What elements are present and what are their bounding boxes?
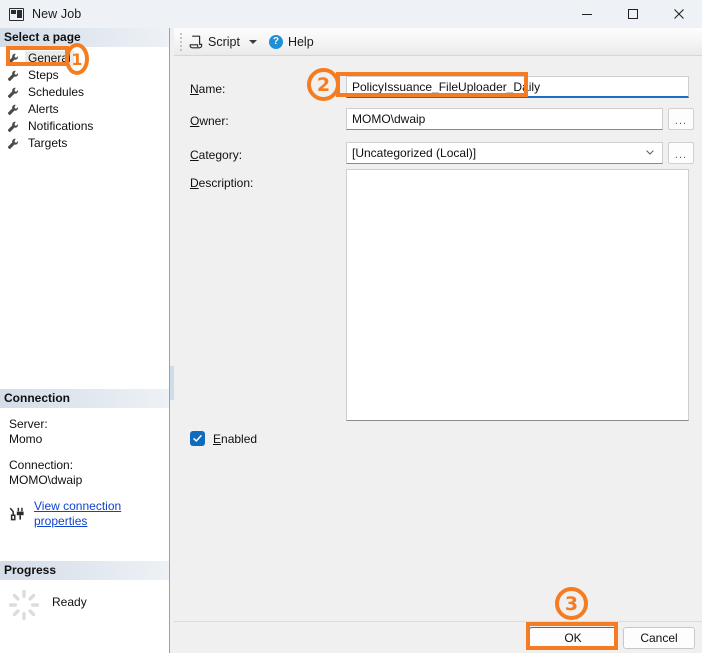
- loading-spinner-icon: [8, 589, 40, 621]
- dialog-toolbar: Script ? Help: [174, 28, 702, 56]
- script-icon: [189, 35, 203, 49]
- sidebar-item-schedules[interactable]: Schedules: [0, 84, 169, 101]
- view-connection-properties-row[interactable]: View connection properties: [9, 499, 169, 529]
- cancel-button-label: Cancel: [640, 631, 677, 645]
- chevron-down-icon[interactable]: [249, 40, 257, 44]
- progress-body: Ready: [0, 580, 169, 621]
- server-label: Server:: [9, 417, 169, 432]
- sidebar-item-label: Steps: [25, 68, 62, 83]
- progress-header: Progress: [0, 561, 169, 580]
- owner-browse-button[interactable]: ...: [668, 108, 694, 130]
- sidebar-item-label: Notifications: [25, 119, 96, 134]
- minimize-button[interactable]: [564, 0, 610, 28]
- category-browse-button[interactable]: ...: [668, 142, 694, 164]
- window-app-icon: [9, 8, 24, 21]
- view-connection-properties-link[interactable]: View connection properties: [34, 499, 169, 529]
- sidebar-item-steps[interactable]: Steps: [0, 67, 169, 84]
- sidebar-item-general[interactable]: General: [0, 50, 169, 67]
- chevron-down-icon[interactable]: [646, 150, 654, 155]
- script-button[interactable]: Script: [185, 30, 265, 54]
- enabled-checkbox-row[interactable]: Enabled: [190, 431, 257, 446]
- description-textarea[interactable]: [346, 169, 689, 421]
- owner-label: Owner:: [190, 114, 229, 128]
- wrench-icon: [7, 104, 20, 116]
- help-button[interactable]: ? Help: [265, 30, 318, 54]
- wrench-icon: [7, 87, 20, 99]
- sidebar-item-targets[interactable]: Targets: [0, 135, 169, 152]
- plug-connector-icon: [9, 507, 27, 521]
- sidebar-item-label: Schedules: [25, 85, 87, 100]
- general-page-panel: Name: PolicyIssuance_FileUploader_Daily …: [174, 57, 702, 621]
- select-page-header: Select a page: [0, 28, 169, 47]
- ok-button[interactable]: OK: [529, 627, 617, 649]
- name-input-value: PolicyIssuance_FileUploader_Daily: [352, 80, 540, 94]
- connection-group: Connection: MOMO\dwaip: [9, 458, 169, 488]
- dialog-footer: OK Cancel: [174, 621, 702, 653]
- checkmark-icon: [192, 433, 203, 444]
- ellipsis-browse-icon: ...: [675, 115, 687, 127]
- sidebar-item-label: General: [25, 51, 74, 66]
- server-value: Momo: [9, 432, 169, 447]
- category-select[interactable]: [Uncategorized (Local)]: [346, 142, 663, 164]
- close-button[interactable]: [656, 0, 702, 28]
- category-label: Category:: [190, 148, 242, 162]
- sidebar-item-label: Targets: [25, 136, 70, 151]
- category-select-value: [Uncategorized (Local)]: [352, 146, 476, 160]
- help-label: Help: [288, 35, 314, 49]
- title-bar: New Job: [0, 0, 702, 28]
- left-pane: Select a page General Steps Schedules: [0, 28, 169, 653]
- wrench-icon: [7, 70, 20, 82]
- connection-body: Server: Momo Connection: MOMO\dwaip V: [0, 408, 169, 529]
- page-list: General Steps Schedules Alerts: [0, 47, 169, 152]
- cancel-button[interactable]: Cancel: [623, 627, 695, 649]
- title-bar-left: New Job: [9, 0, 81, 28]
- sidebar-item-notifications[interactable]: Notifications: [0, 118, 169, 135]
- description-label: Description:: [190, 176, 253, 190]
- enabled-label: Enabled: [213, 432, 257, 446]
- ellipsis-browse-icon: ...: [675, 149, 687, 161]
- progress-section: Progress Ready: [0, 561, 169, 621]
- owner-input-value: MOMO\dwaip: [352, 112, 425, 126]
- sidebar-item-alerts[interactable]: Alerts: [0, 101, 169, 118]
- wrench-icon: [7, 121, 20, 133]
- wrench-icon: [7, 138, 20, 150]
- enabled-checkbox[interactable]: [190, 431, 205, 446]
- help-question-icon: ?: [269, 35, 283, 49]
- script-label: Script: [208, 35, 240, 49]
- name-label: Name:: [190, 82, 225, 96]
- wrench-icon: [7, 53, 20, 65]
- window-title: New Job: [32, 7, 81, 21]
- progress-status: Ready: [52, 595, 87, 609]
- window-controls: [564, 0, 702, 28]
- sidebar-item-label: Alerts: [25, 102, 62, 117]
- owner-input[interactable]: MOMO\dwaip: [346, 108, 663, 130]
- connection-header: Connection: [0, 389, 169, 408]
- connection-value: MOMO\dwaip: [9, 473, 169, 488]
- maximize-button[interactable]: [610, 0, 656, 28]
- connection-section: Connection Server: Momo Connection: MOMO…: [0, 389, 169, 529]
- connection-label: Connection:: [9, 458, 169, 473]
- new-job-dialog: New Job Select a page General: [0, 0, 702, 653]
- ok-button-label: OK: [564, 631, 581, 645]
- toolbar-grip[interactable]: [177, 33, 185, 51]
- name-input[interactable]: PolicyIssuance_FileUploader_Daily: [346, 76, 689, 98]
- server-group: Server: Momo: [9, 417, 169, 447]
